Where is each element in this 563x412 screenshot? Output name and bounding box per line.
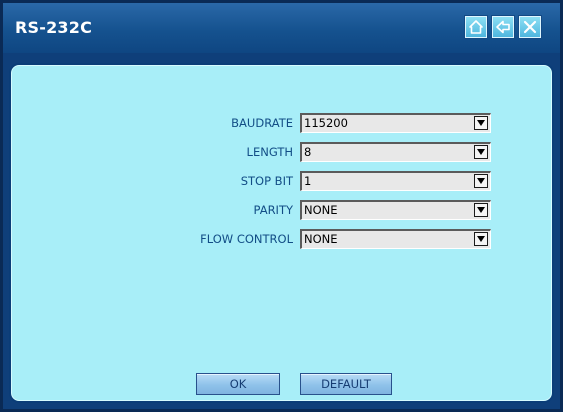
home-button[interactable]	[464, 15, 488, 39]
home-icon	[469, 20, 483, 34]
parity-label: PARITY	[253, 203, 294, 217]
stop-bit-select[interactable]: 1	[300, 171, 491, 191]
default-button[interactable]: DEFAULT	[300, 373, 392, 395]
setting-row-length: LENGTH 8	[11, 142, 556, 162]
dropdown-arrow-icon[interactable]	[474, 174, 488, 188]
ok-button[interactable]: OK	[196, 373, 280, 395]
stop-bit-value: 1	[304, 174, 312, 188]
baudrate-label: BAUDRATE	[231, 116, 293, 130]
dropdown-arrow-icon[interactable]	[474, 232, 488, 246]
settings-panel: BAUDRATE 115200 LENGTH 8 STOP BIT 1 PARI…	[9, 63, 554, 403]
title-bar: RS-232C	[3, 3, 560, 53]
rs232c-window: RS-232C BAUDRATE 115200 LENGTH 8 STOP BI…	[0, 0, 563, 412]
parity-value: NONE	[304, 203, 338, 217]
length-value: 8	[304, 145, 312, 159]
setting-row-baudrate: BAUDRATE 115200	[11, 113, 556, 133]
setting-row-stop-bit: STOP BIT 1	[11, 171, 556, 191]
length-select[interactable]: 8	[300, 142, 491, 162]
close-button[interactable]	[518, 15, 542, 39]
back-arrow-icon	[496, 20, 510, 34]
back-button[interactable]	[491, 15, 515, 39]
dropdown-arrow-icon[interactable]	[474, 116, 488, 130]
window-title: RS-232C	[15, 18, 93, 37]
setting-row-parity: PARITY NONE	[11, 200, 556, 220]
close-icon	[523, 20, 537, 34]
stop-bit-label: STOP BIT	[240, 174, 293, 188]
flow-control-select[interactable]: NONE	[300, 229, 491, 249]
dropdown-arrow-icon[interactable]	[474, 145, 488, 159]
length-label: LENGTH	[246, 145, 293, 159]
baudrate-value: 115200	[304, 116, 348, 130]
parity-select[interactable]: NONE	[300, 200, 491, 220]
flow-control-label: FLOW CONTROL	[200, 232, 293, 246]
dropdown-arrow-icon[interactable]	[474, 203, 488, 217]
flow-control-value: NONE	[304, 232, 338, 246]
setting-row-flow-control: FLOW CONTROL NONE	[11, 229, 556, 249]
baudrate-select[interactable]: 115200	[300, 113, 491, 133]
